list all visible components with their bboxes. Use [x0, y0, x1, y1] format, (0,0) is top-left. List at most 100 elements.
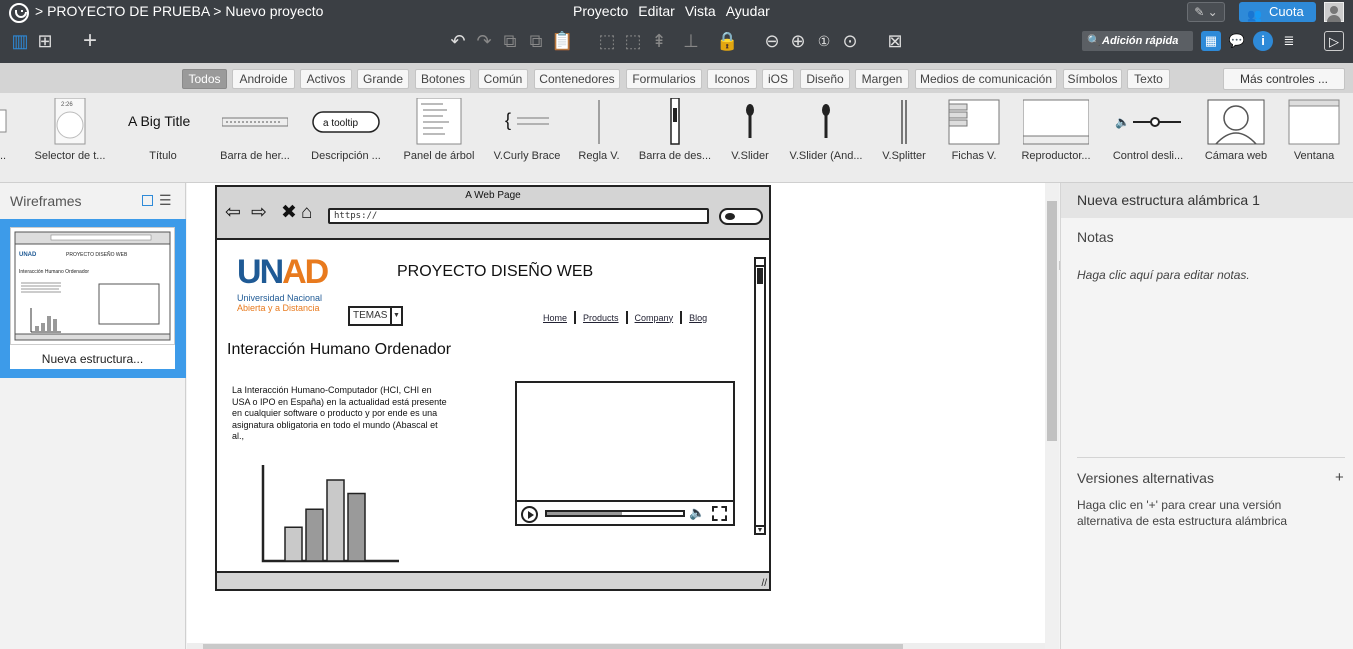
- zoom-in-icon[interactable]: ⊕: [787, 30, 809, 52]
- filter-chip-3[interactable]: Grande: [357, 69, 409, 89]
- lock-icon[interactable]: 🔒: [716, 30, 738, 52]
- close-icon[interactable]: ✖: [281, 203, 297, 223]
- link-blog[interactable]: Blog: [689, 313, 707, 323]
- menu-proyecto[interactable]: Proyecto: [573, 3, 628, 19]
- zoom-actual-icon[interactable]: ①: [813, 30, 835, 52]
- pencil-dropdown-button[interactable]: ✎ ⌄: [1187, 2, 1225, 22]
- library-item-thumb: [948, 99, 1000, 145]
- filter-chip-8[interactable]: Iconos: [707, 69, 757, 89]
- avatar[interactable]: [1324, 2, 1344, 22]
- play-icon[interactable]: [521, 506, 538, 523]
- redo-icon[interactable]: ↷: [473, 30, 495, 52]
- canvas-hscroll-thumb[interactable]: [203, 644, 903, 649]
- back-arrow-icon[interactable]: ⇦: [225, 203, 241, 223]
- filter-chip-2[interactable]: Activos: [300, 69, 352, 89]
- cuota-button[interactable]: 👥 Cuota: [1239, 2, 1316, 22]
- filter-chip-5[interactable]: Común: [478, 69, 528, 89]
- library-item-15[interactable]: Cámara web: [1205, 98, 1267, 170]
- library-item-5[interactable]: Panel de árbol: [404, 98, 474, 170]
- filter-chip-9[interactable]: iOS: [762, 69, 794, 89]
- thumbnail-view-icon[interactable]: [142, 195, 153, 206]
- browser-window-mockup[interactable]: A Web Page ⇦ ⇨ ✖ ⌂ https:// UNAD Univers…: [215, 185, 771, 591]
- canvas-vertical-scrollbar[interactable]: [1045, 183, 1059, 649]
- library-item-13[interactable]: Reproductor...: [1021, 98, 1091, 170]
- library-item-12[interactable]: Fichas V.: [944, 98, 1004, 170]
- menu-editar[interactable]: Editar: [638, 3, 675, 19]
- canvas-vscroll-thumb[interactable]: [1047, 201, 1057, 441]
- library-item-14[interactable]: 🔈 Control desli...: [1113, 98, 1183, 170]
- filter-chip-1[interactable]: Androide: [232, 69, 295, 89]
- grid-view-icon[interactable]: ⊞: [34, 30, 56, 52]
- library-item-7[interactable]: Regla V.: [569, 98, 629, 170]
- library-item-2[interactable]: A Big Title Título: [128, 98, 198, 170]
- bring-front-icon[interactable]: ⇞: [648, 30, 670, 52]
- add-version-button[interactable]: +: [1335, 469, 1344, 486]
- filter-chip-11[interactable]: Margen: [855, 69, 909, 89]
- resize-grip-icon[interactable]: //: [761, 578, 767, 589]
- undo-icon[interactable]: ↶: [447, 30, 469, 52]
- duplicate-icon[interactable]: ⧉: [525, 30, 547, 52]
- library-item-1[interactable]: 2:26 Selector de t...: [35, 98, 105, 170]
- notes-hint[interactable]: Haga clic aquí para editar notas.: [1077, 268, 1250, 282]
- wireframe-thumbnail-selected[interactable]: PROYECTO DISEÑO WEB UNAD Interacción Hum…: [0, 219, 186, 378]
- menu-ayudar[interactable]: Ayudar: [726, 3, 770, 19]
- canvas-horizontal-scrollbar[interactable]: [187, 643, 1045, 649]
- video-progress-bar[interactable]: [545, 510, 685, 517]
- forward-arrow-icon[interactable]: ⇨: [251, 203, 267, 223]
- mockup-scrollbar[interactable]: ▼: [754, 257, 766, 535]
- filter-chip-10[interactable]: Diseño: [800, 69, 850, 89]
- library-item-6[interactable]: {V.Curly Brace: [494, 98, 561, 170]
- library-item-3[interactable]: Barra de her...: [220, 98, 290, 170]
- wireframe-name[interactable]: Nueva estructura alámbrica 1: [1061, 183, 1353, 218]
- ui-library-icon[interactable]: ▦: [1201, 31, 1221, 51]
- group-icon[interactable]: ⬚: [596, 30, 618, 52]
- filter-chip-0[interactable]: Todos: [182, 69, 227, 89]
- add-wireframe-icon[interactable]: +: [79, 29, 101, 53]
- library-item-8[interactable]: Barra de des...: [639, 98, 711, 170]
- video-player-mockup[interactable]: 🔈: [515, 381, 735, 526]
- link-products[interactable]: Products: [583, 313, 619, 323]
- mockup-search-icon[interactable]: [719, 208, 763, 225]
- menu-vista[interactable]: Vista: [685, 3, 716, 19]
- volume-icon[interactable]: 🔈: [689, 505, 705, 521]
- mockup-url-field[interactable]: https://: [328, 208, 709, 224]
- filter-chip-6[interactable]: Contenedores: [534, 69, 620, 89]
- list-view-icon[interactable]: ☰: [159, 192, 172, 209]
- filter-chip-4[interactable]: Botones: [415, 69, 471, 89]
- single-view-icon[interactable]: ▥: [9, 30, 31, 52]
- clipboard-icon[interactable]: 📋: [551, 30, 573, 52]
- mockup-scroll-thumb[interactable]: [757, 268, 763, 284]
- more-controls-button[interactable]: Más controles ...: [1223, 68, 1345, 90]
- library-item-9[interactable]: V.Slider: [720, 98, 780, 170]
- library-item-4[interactable]: a tooltip Descripción ...: [311, 98, 381, 170]
- quick-add-input[interactable]: 🔍 Adición rápida: [1082, 31, 1193, 51]
- comments-icon[interactable]: 💬: [1227, 31, 1247, 51]
- filter-chip-13[interactable]: Símbolos: [1063, 69, 1122, 89]
- link-company[interactable]: Company: [635, 313, 674, 323]
- fullscreen-icon[interactable]: [712, 506, 727, 521]
- library-item-11[interactable]: V.Splitter: [874, 98, 934, 170]
- copy-icon[interactable]: ⧉: [499, 30, 521, 52]
- align-icon[interactable]: ⊥: [680, 30, 702, 52]
- mockup-scroll-up[interactable]: [756, 259, 764, 267]
- breadcrumb[interactable]: > PROYECTO DE PRUEBA > Nuevo proyecto: [35, 3, 323, 19]
- library-item-16[interactable]: Ventana: [1284, 98, 1344, 170]
- list-icon[interactable]: ≣: [1279, 31, 1299, 51]
- balsamiq-logo-icon[interactable]: [9, 3, 29, 23]
- ungroup-icon[interactable]: ⬚: [622, 30, 644, 52]
- filter-chip-12[interactable]: Medios de comunicación: [915, 69, 1057, 89]
- temas-select[interactable]: TEMAS ▼: [348, 306, 403, 326]
- filter-chip-14[interactable]: Texto: [1127, 69, 1170, 89]
- info-icon[interactable]: i: [1253, 31, 1273, 51]
- link-home[interactable]: Home: [543, 313, 567, 323]
- zoom-out-icon[interactable]: ⊖: [761, 30, 783, 52]
- canvas[interactable]: A Web Page ⇦ ⇨ ✖ ⌂ https:// UNAD Univers…: [187, 183, 1045, 649]
- library-item-10[interactable]: V.Slider (And...: [790, 98, 862, 170]
- present-icon[interactable]: ▷: [1324, 31, 1344, 51]
- zoom-fit-icon[interactable]: ⊙: [839, 30, 861, 52]
- library-item-0[interactable]: t...: [0, 98, 30, 170]
- delete-icon[interactable]: ⊠: [884, 30, 906, 52]
- mockup-scroll-down[interactable]: ▼: [756, 525, 764, 534]
- filter-chip-7[interactable]: Formularios: [626, 69, 702, 89]
- home-icon[interactable]: ⌂: [301, 203, 312, 223]
